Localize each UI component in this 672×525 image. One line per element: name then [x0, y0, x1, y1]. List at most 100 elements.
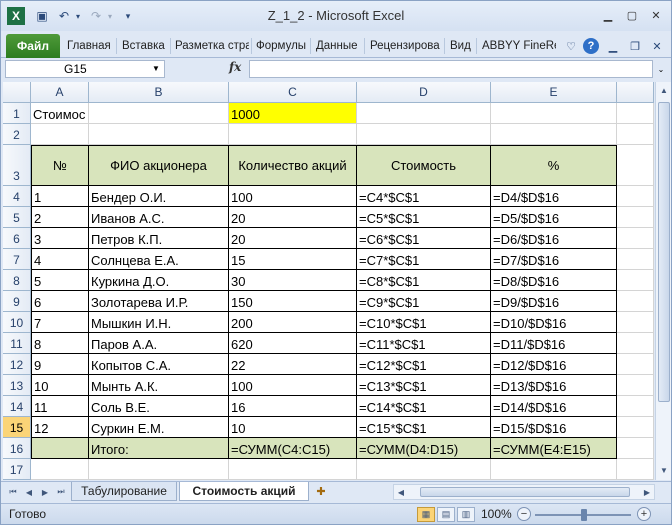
table-cell[interactable]: 100 [229, 375, 357, 396]
table-cell[interactable]: =D5/$D$16 [491, 207, 617, 228]
zoom-slider-thumb[interactable] [581, 509, 587, 521]
table-cell[interactable]: 7 [31, 312, 89, 333]
excel-app-icon[interactable]: X [7, 7, 25, 25]
row-header-15[interactable]: 15 [3, 417, 31, 438]
table-cell[interactable]: =C10*$C$1 [357, 312, 491, 333]
sheet-tab-stock-value[interactable]: Стоимость акций [179, 482, 309, 501]
workbook-minimize-icon[interactable]: ▁ [605, 38, 621, 54]
table-cell[interactable]: 10 [31, 375, 89, 396]
cell-c1[interactable]: 1000 [229, 103, 357, 124]
scroll-left-icon[interactable]: ◀ [394, 485, 408, 499]
table-cell[interactable]: =C7*$C$1 [357, 249, 491, 270]
help-icon[interactable]: ? [583, 38, 599, 54]
grid-cell[interactable] [89, 124, 229, 145]
horizontal-scroll-thumb[interactable] [420, 487, 630, 497]
row-header-5[interactable]: 5 [3, 207, 31, 228]
row-header-13[interactable]: 13 [3, 375, 31, 396]
row-header-4[interactable]: 4 [3, 186, 31, 207]
grid-cell[interactable] [617, 396, 654, 417]
table-cell[interactable]: Паров А.А. [89, 333, 229, 354]
page-layout-view-icon[interactable]: ▤ [437, 507, 455, 522]
next-sheet-icon[interactable]: ▶ [39, 485, 51, 499]
table-cell[interactable]: 10 [229, 417, 357, 438]
table-cell[interactable]: =C13*$C$1 [357, 375, 491, 396]
table-header-cell[interactable]: Стоимость [357, 145, 491, 186]
table-cell[interactable]: =D9/$D$16 [491, 291, 617, 312]
table-cell[interactable]: Бендер О.И. [89, 186, 229, 207]
table-cell[interactable]: 15 [229, 249, 357, 270]
table-cell[interactable]: 1 [31, 186, 89, 207]
row-header-10[interactable]: 10 [3, 312, 31, 333]
redo-dropdown-icon[interactable]: ▾ [101, 7, 119, 25]
table-header-cell[interactable]: % [491, 145, 617, 186]
table-cell[interactable]: Солнцева Е.А. [89, 249, 229, 270]
scroll-up-icon[interactable]: ▲ [656, 82, 671, 98]
zoom-level[interactable]: 100% [481, 507, 512, 521]
grid-cell[interactable] [229, 459, 357, 480]
row-header-17[interactable]: 17 [3, 459, 31, 480]
table-cell[interactable]: =D12/$D$16 [491, 354, 617, 375]
grid-cell[interactable] [617, 145, 654, 186]
grid-cell[interactable] [617, 459, 654, 480]
grid-cell[interactable] [491, 459, 617, 480]
tab-formulas[interactable]: Формулы [256, 37, 308, 55]
tab-data[interactable]: Данные [316, 37, 362, 55]
table-cell[interactable]: =C4*$C$1 [357, 186, 491, 207]
table-cell[interactable]: Копытов С.А. [89, 354, 229, 375]
customize-toolbar-icon[interactable]: ▾ [119, 7, 137, 25]
spreadsheet-grid[interactable]: A B C D E 1 2 3 4 5 6 7 8 9 10 11 12 13 14 15 16 17 Стоимос 100… [3, 82, 654, 480]
row-header-6[interactable]: 6 [3, 228, 31, 249]
grid-cell[interactable] [617, 249, 654, 270]
grid-cell[interactable] [357, 103, 491, 124]
last-sheet-icon[interactable]: ⏭ [55, 485, 67, 499]
vertical-scroll-thumb[interactable] [658, 102, 670, 402]
table-cell[interactable]: 5 [31, 270, 89, 291]
table-cell[interactable]: Иванов А.С. [89, 207, 229, 228]
row-header-1[interactable]: 1 [3, 103, 31, 124]
grid-cell[interactable] [89, 459, 229, 480]
row-header-7[interactable]: 7 [3, 249, 31, 270]
row-header-2[interactable]: 2 [3, 124, 31, 145]
column-header-e[interactable]: E [491, 82, 617, 103]
grid-cell[interactable] [617, 228, 654, 249]
table-cell[interactable]: 20 [229, 207, 357, 228]
table-cell[interactable]: 6 [31, 291, 89, 312]
table-cell[interactable]: 11 [31, 396, 89, 417]
table-cell[interactable]: Суркин Е.М. [89, 417, 229, 438]
table-cell[interactable]: =C8*$C$1 [357, 270, 491, 291]
workbook-close-icon[interactable]: ✕ [649, 38, 665, 54]
minimize-ribbon-icon[interactable]: ♡ [563, 38, 579, 54]
row-header-14[interactable]: 14 [3, 396, 31, 417]
table-cell[interactable]: =D14/$D$16 [491, 396, 617, 417]
table-cell[interactable]: 620 [229, 333, 357, 354]
table-cell[interactable]: 4 [31, 249, 89, 270]
grid-cell[interactable] [617, 417, 654, 438]
column-header-d[interactable]: D [357, 82, 491, 103]
table-cell[interactable]: =D4/$D$16 [491, 186, 617, 207]
table-cell[interactable]: =C6*$C$1 [357, 228, 491, 249]
table-cell[interactable]: =C14*$C$1 [357, 396, 491, 417]
grid-cell[interactable] [229, 124, 357, 145]
total-cell[interactable]: Итого: [89, 438, 229, 459]
column-header-a[interactable]: A [31, 82, 89, 103]
row-header-11[interactable]: 11 [3, 333, 31, 354]
table-cell[interactable]: =D11/$D$16 [491, 333, 617, 354]
grid-cell[interactable] [617, 375, 654, 396]
row-header-16[interactable]: 16 [3, 438, 31, 459]
grid-cell[interactable] [491, 124, 617, 145]
table-header-cell[interactable]: № [31, 145, 89, 186]
column-header-c[interactable]: C [229, 82, 357, 103]
grid-cell[interactable] [617, 124, 654, 145]
table-cell[interactable]: 8 [31, 333, 89, 354]
total-cell[interactable]: =СУММ(D4:D15) [357, 438, 491, 459]
grid-cell[interactable] [31, 459, 89, 480]
grid-cell[interactable] [89, 103, 229, 124]
grid-cell[interactable] [617, 270, 654, 291]
row-header-3[interactable]: 3 [3, 145, 31, 186]
grid-cell[interactable] [357, 124, 491, 145]
row-header-12[interactable]: 12 [3, 354, 31, 375]
table-cell[interactable]: 22 [229, 354, 357, 375]
total-cell[interactable] [31, 438, 89, 459]
zoom-in-icon[interactable]: + [637, 507, 651, 521]
table-cell[interactable]: =D10/$D$16 [491, 312, 617, 333]
